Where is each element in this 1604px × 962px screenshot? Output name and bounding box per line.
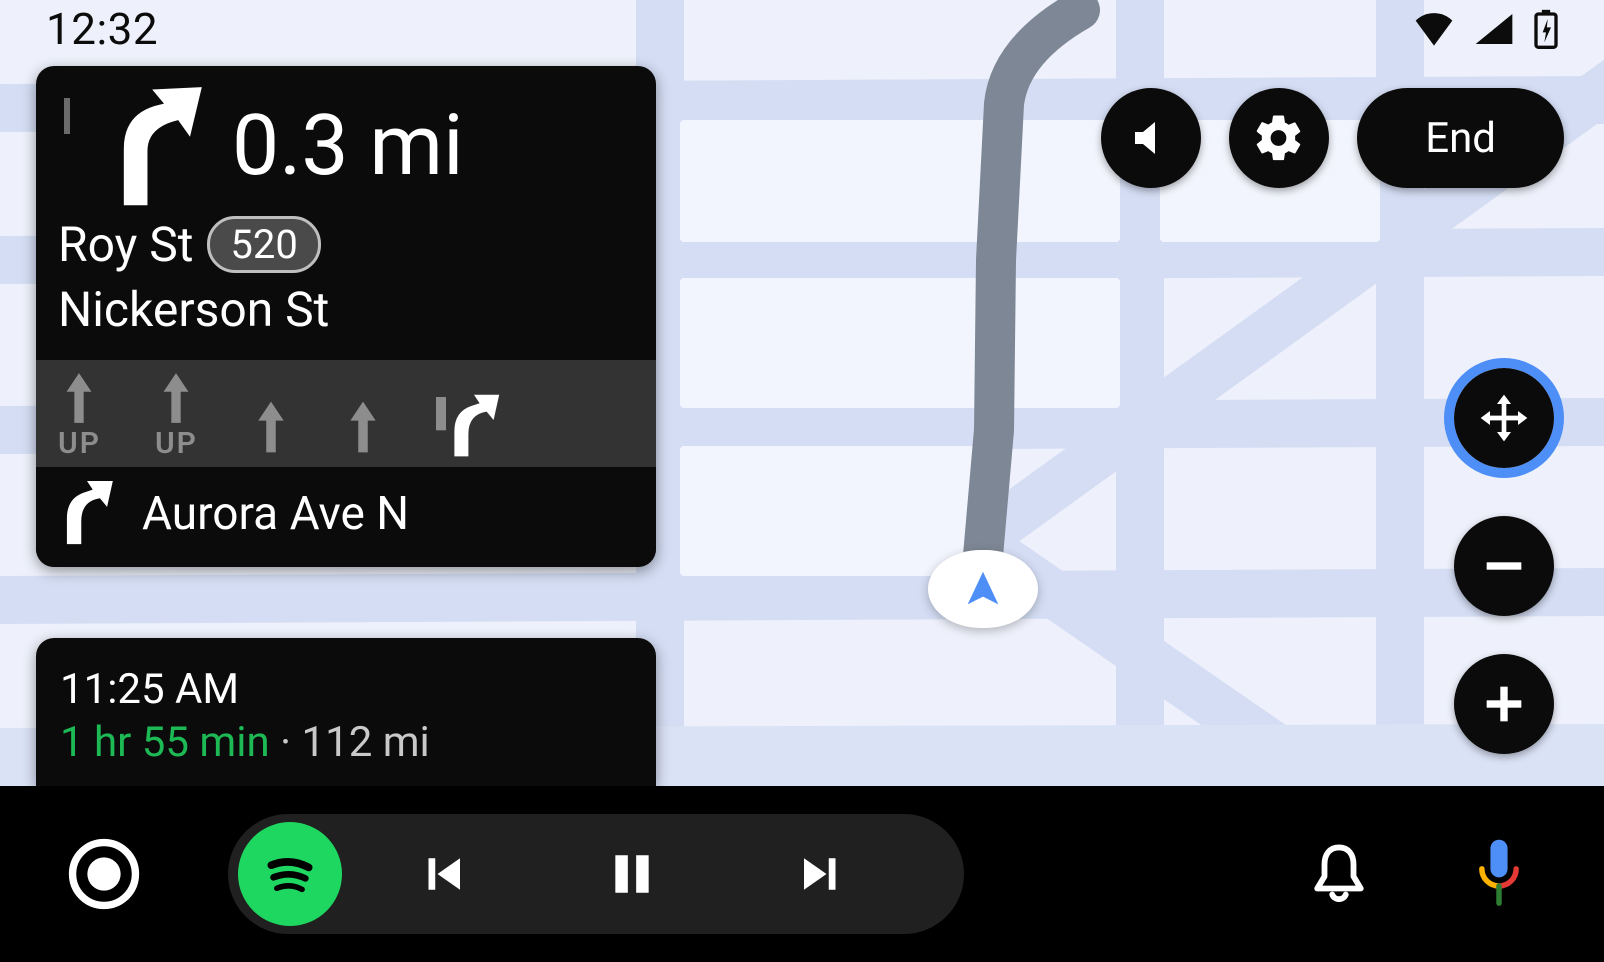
lane-1: UP (58, 370, 101, 461)
cellular-icon (1474, 12, 1514, 46)
lane-4 (344, 393, 382, 461)
next-step-label: Aurora Ave N (142, 487, 409, 541)
navigation-arrow-icon (960, 566, 1006, 612)
system-bar (0, 786, 1604, 962)
pause-icon (607, 846, 657, 902)
status-time: 12:32 (46, 3, 158, 55)
lane-turn-right-icon (446, 393, 502, 461)
spotify-app-icon[interactable] (238, 822, 342, 926)
mute-button[interactable] (1101, 88, 1201, 188)
street-1-name: Roy St (58, 216, 193, 273)
lane-straight-icon (60, 370, 98, 426)
lane-straight-icon (157, 370, 195, 426)
speaker-muted-icon (1127, 114, 1175, 162)
end-navigation-button[interactable]: End (1357, 88, 1564, 188)
spotify-icon (257, 841, 323, 907)
zoom-out-button[interactable] (1454, 516, 1554, 616)
lane-straight-icon (252, 393, 290, 461)
pan-button[interactable] (1454, 368, 1554, 468)
turn-row: 0.3 mi (36, 66, 656, 210)
lane-tick-icon (436, 393, 446, 461)
street-2-name: Nickerson St (58, 281, 329, 338)
lane-2-label: UP (155, 426, 198, 461)
turn-right-small-icon (58, 481, 116, 547)
navigation-card[interactable]: 0.3 mi Roy St 520 Nickerson St UP UP (36, 66, 656, 567)
screen-root: 12:32 End (0, 0, 1604, 962)
turn-distance: 0.3 mi (232, 96, 464, 195)
launcher-icon (67, 837, 141, 911)
minus-icon (1478, 540, 1530, 592)
lane-straight-icon (344, 393, 382, 461)
eta-distance: 112 mi (301, 718, 429, 767)
lane-guidance: UP UP (36, 360, 656, 467)
plus-icon (1478, 678, 1530, 730)
battery-charging-icon (1534, 9, 1558, 49)
zoom-in-button[interactable] (1454, 654, 1554, 754)
turn-streets: Roy St 520 Nickerson St (36, 210, 656, 360)
eta-sep: · (270, 718, 302, 767)
status-icons (1414, 9, 1558, 49)
lane-5 (436, 393, 502, 461)
eta-duration: 1 hr 55 min (60, 718, 270, 767)
top-controls: End (1101, 88, 1564, 188)
route-shield: 520 (207, 216, 320, 273)
google-mic-icon (1473, 838, 1525, 910)
skip-next-icon (795, 847, 849, 901)
pan-arrows-icon (1476, 390, 1532, 446)
previous-track-button[interactable] (352, 814, 532, 934)
eta-arrival-time: 11:25 AM (60, 665, 632, 714)
lane-1-label: UP (58, 426, 101, 461)
current-position-marker (928, 550, 1038, 628)
turn-right-icon (96, 80, 206, 210)
next-step-row: Aurora Ave N (36, 467, 656, 567)
play-pause-button[interactable] (542, 814, 722, 934)
lane-2: UP (155, 370, 198, 461)
home-button[interactable] (60, 830, 148, 918)
eta-card[interactable]: 11:25 AM 1 hr 55 min · 112 mi (36, 638, 656, 786)
voice-assistant-button[interactable] (1454, 829, 1544, 919)
notifications-button[interactable] (1294, 829, 1384, 919)
skip-previous-icon (415, 847, 469, 901)
gear-icon (1252, 111, 1306, 165)
map-controls (1444, 358, 1564, 754)
settings-button[interactable] (1229, 88, 1329, 188)
lane-3 (252, 393, 290, 461)
media-control-bar (228, 814, 964, 934)
street-line-1: Roy St 520 (58, 216, 634, 273)
wifi-icon (1414, 12, 1454, 46)
next-track-button[interactable] (732, 814, 912, 934)
end-label: End (1425, 114, 1496, 163)
bell-icon (1310, 842, 1368, 906)
street-line-2: Nickerson St (58, 281, 634, 338)
pan-button-ring (1444, 358, 1564, 478)
step-tick-icon (64, 98, 70, 134)
status-bar: 12:32 (0, 0, 1604, 58)
eta-detail: 1 hr 55 min · 112 mi (60, 718, 632, 767)
